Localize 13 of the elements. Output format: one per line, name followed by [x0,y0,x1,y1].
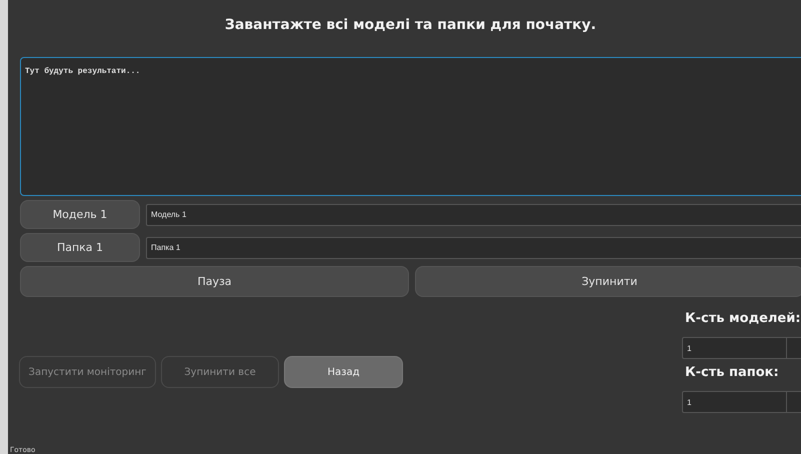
select-button[interactable]: Папка 1 [20,233,140,262]
path-field[interactable]: Папка 1 [146,236,801,258]
select-button[interactable]: Модель 1 [20,200,140,229]
count-spinbox[interactable]: 1 [682,391,801,413]
stop-button[interactable]: Зупинити [415,266,801,297]
count-spinbox[interactable]: 1 [682,337,801,359]
results-area[interactable]: Тут будуть результати... [20,57,801,196]
action-button[interactable]: Назад [284,356,403,388]
count-label: К-сть папок: [685,365,780,382]
path-field[interactable]: Модель 1 [146,204,801,226]
count-label: К-сть моделей: [685,311,801,328]
window-title: Завантажте всі моделі та папки для початку. [224,16,598,35]
pause-button[interactable]: Пауза [20,266,409,297]
